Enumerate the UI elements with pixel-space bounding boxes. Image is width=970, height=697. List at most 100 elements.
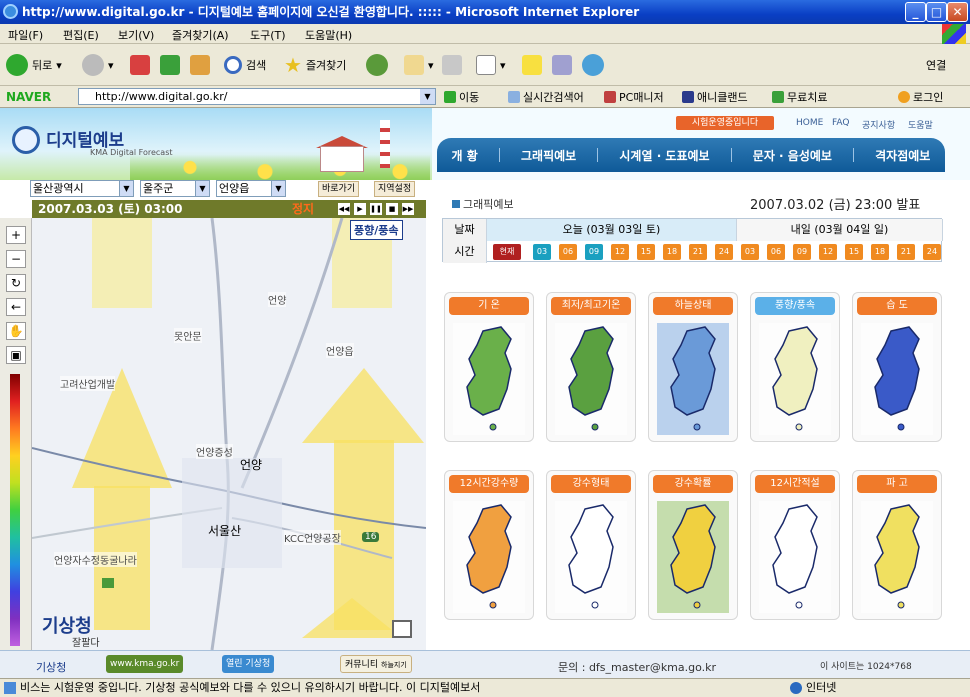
discuss-button[interactable] [522,52,542,78]
korea-map-thumbnail [759,501,831,613]
anyland-link[interactable]: 애니클랜드 [682,89,748,105]
nav-overview[interactable]: 개 황 [444,147,486,164]
go-button[interactable]: 이동 [444,89,479,105]
nav-timeseries[interactable]: 시계열 · 도표예보 [611,147,717,164]
pan-hand-icon[interactable]: ✋ [6,322,26,340]
notice-link[interactable]: 공지사항 [862,118,895,131]
go-label: 이동 [459,91,480,104]
forecast-card[interactable]: 12시간적설 [750,470,840,620]
full-extent-icon[interactable]: ▣ [6,346,26,364]
edit-button[interactable]: ▾ [476,52,506,78]
anyland-icon [682,91,694,103]
forecast-card[interactable]: 기 온 [444,292,534,442]
forward-button[interactable]: ▾ [82,52,114,78]
road-number-badge: 16 [362,532,380,542]
wind-layer-label: 풍향/풍속 [350,220,403,240]
time-slot-button[interactable]: 15 [845,244,863,260]
pc-manager-link[interactable]: PC매니저 [604,89,664,105]
login-link[interactable]: 로그인 [898,89,943,105]
nav-graphic[interactable]: 그래픽예보 [513,147,584,164]
address-dropdown-icon[interactable]: ▼ [420,89,435,104]
free-cure-link[interactable]: 무료치료 [772,89,827,105]
search-button[interactable]: 검색 [224,52,266,78]
menu-view[interactable]: 보기(V) [118,27,154,43]
dong-select[interactable]: 언양읍 ▼ [216,180,286,197]
gu-select[interactable]: 울주군 ▼ [140,180,210,197]
help-link[interactable]: 도움말 [908,118,933,131]
mail-button[interactable]: ▾ [404,52,434,78]
links-label[interactable]: 연결 [926,52,946,78]
time-slot-button[interactable]: 24 [923,244,941,260]
sido-select[interactable]: 울산광역시 ▼ [30,180,134,197]
open-kma-button[interactable]: 열린 기상청 [222,655,275,673]
refresh-button[interactable] [160,52,180,78]
menu-edit[interactable]: 편집(E) [63,27,99,43]
color-legend-bar [10,374,20,646]
time-slot-button[interactable]: 15 [637,244,655,260]
kma-site-button[interactable]: www.kma.go.kr [106,655,184,673]
overview-map-icon[interactable] [392,620,412,638]
menu-help[interactable]: 도움말(H) [305,27,352,43]
forecast-card[interactable]: 하늘상태 [648,292,738,442]
time-slot-button[interactable]: 18 [871,244,889,260]
map-time-bar: 2007.03.03 (토) 03:00 정지 ◀◀ ▶ ❚❚ ■ ▶▶ [32,200,426,218]
time-slot-button[interactable]: 09 [585,244,603,260]
forecast-card[interactable]: 12시간강수량 [444,470,534,620]
stop-icon[interactable]: ■ [386,203,398,215]
nav-text-voice[interactable]: 문자 · 음성예보 [745,147,840,164]
forecast-card[interactable]: 풍향/풍속 [750,292,840,442]
faq-link[interactable]: FAQ [832,118,849,128]
forward-icon[interactable]: ▶▶ [402,203,414,215]
time-slot-button[interactable]: 03 [533,244,551,260]
forecast-card-label: 강수확률 [653,475,733,493]
time-slot-button[interactable]: 12 [819,244,837,260]
forecast-card[interactable]: 강수확률 [648,470,738,620]
rewind-icon[interactable]: ◀◀ [338,203,350,215]
messenger-button[interactable] [582,52,604,78]
go-region-button[interactable]: 바로가기 [318,181,360,197]
time-slot-button[interactable]: 06 [559,244,577,260]
zoom-in-icon[interactable]: + [6,226,26,244]
research-button[interactable] [552,52,572,78]
time-slot-button[interactable]: 03 [741,244,759,260]
menu-favorites[interactable]: 즐겨찾기(A) [172,27,229,43]
time-slot-button[interactable]: 18 [663,244,681,260]
time-slot-button[interactable]: 21 [689,244,707,260]
login-icon [898,91,910,103]
time-slot-button[interactable]: 24 [715,244,733,260]
nav-grid[interactable]: 격자점예보 [867,147,938,164]
forecast-card-label: 파 고 [857,475,937,493]
forecast-card[interactable]: 파 고 [852,470,942,620]
time-slot-button[interactable]: 21 [897,244,915,260]
minimize-button[interactable]: _ [905,2,926,22]
time-slot-button[interactable]: 06 [767,244,785,260]
community-button[interactable]: 커뮤니티 하늘지기 [340,655,412,673]
pause-icon[interactable]: ❚❚ [370,203,382,215]
play-icon[interactable]: ▶ [354,203,366,215]
stop-button[interactable] [130,52,150,78]
print-button[interactable] [442,52,462,78]
forecast-map[interactable]: 풍향/풍속 언양 못안문 언양읍 고려산업개발 언양증성 언양 서울산 KCC언… [32,218,426,650]
back-arrow-icon[interactable]: ← [6,298,26,316]
set-region-button[interactable]: 지역설정 [374,181,416,197]
favorites-button[interactable]: ★ 즐겨찾기 [284,52,346,78]
maximize-button[interactable]: □ [926,2,947,22]
realtime-search-link[interactable]: 실시간검색어 [508,89,584,105]
history-button[interactable] [366,52,388,78]
menu-file[interactable]: 파일(F) [8,27,43,43]
address-input[interactable]: http://www.digital.go.kr/ ▼ [78,88,436,105]
rotate-icon[interactable]: ↻ [6,274,26,292]
forecast-card[interactable]: 강수형태 [546,470,636,620]
home-link[interactable]: HOME [796,118,823,128]
zoom-out-icon[interactable]: − [6,250,26,268]
back-button[interactable]: 뒤로 ▾ [6,52,62,78]
time-slot-button[interactable]: 09 [793,244,811,260]
menu-tools[interactable]: 도구(T) [250,27,286,43]
forecast-card[interactable]: 습 도 [852,292,942,442]
time-now-button[interactable]: 현재 [493,244,521,260]
forecast-card[interactable]: 최저/최고기온 [546,292,636,442]
close-button[interactable]: ✕ [947,2,968,22]
time-slot-button[interactable]: 12 [611,244,629,260]
korea-map-thumbnail [453,501,525,613]
home-button[interactable] [190,52,210,78]
